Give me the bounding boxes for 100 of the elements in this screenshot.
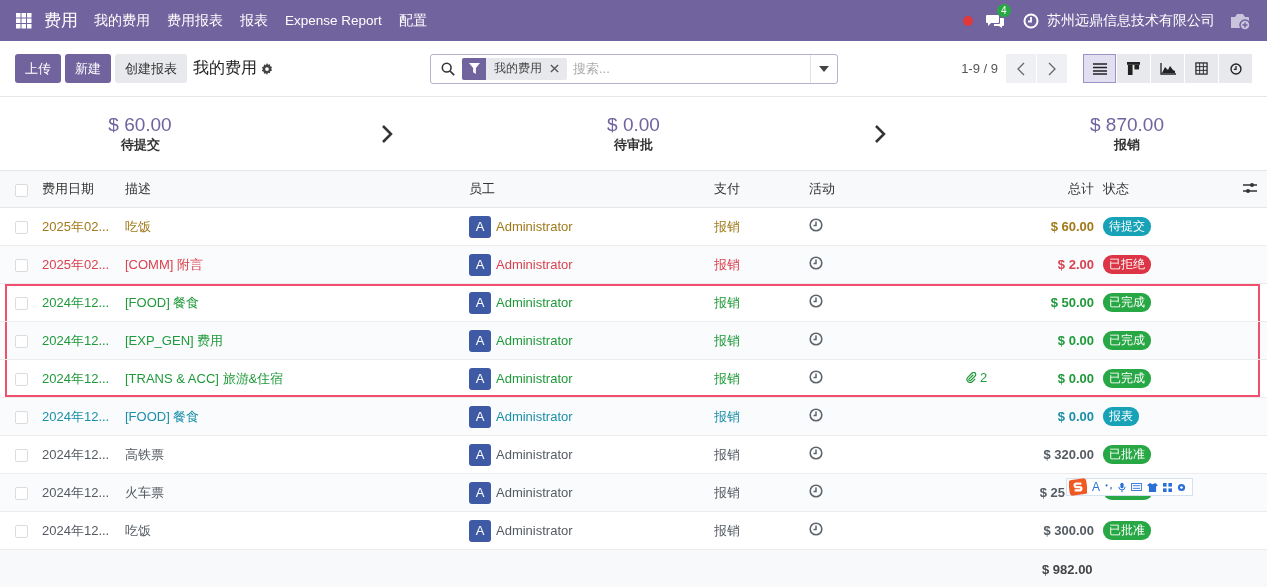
keyboard-icon[interactable] [1131, 483, 1142, 491]
date-cell: 2024年12... [42, 370, 110, 386]
total-cell: $ 60.00 [1050, 219, 1094, 234]
grid-icon[interactable] [1163, 482, 1172, 492]
avatar: A [469, 367, 491, 390]
action-button[interactable]: 创建报表 [115, 54, 187, 83]
area-chart-icon [1159, 62, 1176, 75]
clock-icon[interactable] [809, 446, 823, 460]
view-switch-button[interactable] [1219, 54, 1252, 83]
column-header[interactable]: 状态 [1103, 181, 1129, 196]
description-cell: [FOOD] 餐食 [125, 408, 200, 424]
description-cell: [COMM] 附言 [125, 256, 203, 272]
caret-icon[interactable] [819, 65, 829, 72]
total-cell: $ 300.00 [1043, 523, 1094, 538]
date-cell: 2024年12... [42, 522, 110, 538]
row-checkbox[interactable] [15, 411, 28, 425]
status-badge: 已完成 [1103, 293, 1151, 312]
description-cell: 高铁票 [125, 446, 164, 462]
summary-amount: $ 60.00 [108, 113, 172, 136]
row-checkbox[interactable] [15, 335, 28, 349]
clock-icon[interactable] [809, 370, 823, 385]
microphone-icon[interactable] [1118, 481, 1126, 493]
chat-icon[interactable] [985, 12, 1005, 29]
payment-cell: 报销 [714, 522, 740, 538]
gear-icon[interactable] [261, 62, 273, 75]
column-header[interactable]: 描述 [125, 181, 151, 196]
shirt-icon[interactable] [1147, 482, 1158, 492]
row-checkbox[interactable] [15, 221, 28, 235]
paperclip-icon [966, 371, 977, 383]
menu-item[interactable]: 配置 [398, 11, 427, 30]
employee-name: Administrator [496, 485, 573, 500]
filter-icon [468, 63, 480, 74]
gear-icon[interactable] [1177, 482, 1186, 492]
status-badge: 已完成 [1103, 369, 1151, 388]
action-button[interactable]: 上传 [15, 54, 61, 83]
column-header[interactable]: 员工 [469, 181, 495, 196]
close-icon[interactable] [550, 64, 559, 73]
status-badge: 已批准 [1103, 521, 1151, 540]
menu-item[interactable]: Expense Report [285, 13, 382, 28]
search-icon [441, 61, 455, 76]
summary-amount: $ 0.00 [607, 113, 660, 136]
summary-label: 报销 [1114, 135, 1140, 154]
avatar: A [469, 329, 491, 352]
chevron-left-icon [1017, 61, 1025, 76]
payment-cell: 报销 [714, 218, 740, 234]
clock-icon[interactable] [809, 294, 823, 308]
total-cell: $ 2.00 [1057, 257, 1094, 272]
avatar: A [469, 405, 491, 428]
filter-facet: 我的费用 [493, 60, 543, 77]
employee-name: Administrator [496, 333, 573, 348]
clock-icon[interactable] [809, 218, 823, 232]
menu-item[interactable]: 报表 [240, 11, 268, 30]
camera-icon[interactable] [1229, 11, 1251, 30]
select-all-checkbox[interactable] [15, 183, 28, 197]
menu-item[interactable]: 我的费用 [94, 11, 150, 30]
view-switch-button[interactable] [1083, 54, 1116, 83]
row-checkbox[interactable] [15, 259, 28, 273]
description-cell: [FOOD] 餐食 [125, 294, 200, 310]
chevron-right-icon [1048, 61, 1056, 76]
action-button[interactable]: 新建 [65, 54, 111, 83]
row-checkbox[interactable] [15, 297, 28, 311]
app-name[interactable]: 费用 [44, 9, 78, 32]
date-cell: 2024年12... [42, 408, 110, 424]
column-header[interactable]: 总计 [1068, 181, 1094, 196]
clock-icon[interactable] [809, 256, 823, 270]
app-grid-icon[interactable] [16, 12, 32, 29]
total-cell: $ 0.00 [1057, 409, 1094, 424]
ime-logo-icon[interactable] [1069, 478, 1087, 496]
row-checkbox[interactable] [15, 525, 28, 539]
date-cell: 2024年12... [42, 294, 110, 310]
clock-icon[interactable] [809, 408, 823, 422]
status-badge: 已拒绝 [1103, 255, 1151, 274]
description-cell: [TRANS & ACC] 旅游&住宿 [125, 370, 284, 386]
clock-icon[interactable] [809, 484, 823, 498]
date-cell: 2024年12... [42, 484, 110, 500]
view-switch-button[interactable] [1117, 54, 1150, 83]
payment-cell: 报销 [714, 332, 740, 348]
status-badge: 已批准 [1103, 445, 1151, 464]
employee-name: Administrator [496, 257, 573, 272]
clock-icon[interactable] [809, 522, 823, 536]
row-checkbox[interactable] [15, 373, 28, 387]
view-switch-button[interactable] [1185, 54, 1218, 83]
total-cell: $ 0.00 [1057, 371, 1094, 386]
company-name[interactable]: 苏州远鼎信息技术有限公司 [1047, 11, 1215, 30]
row-checkbox[interactable] [15, 487, 28, 501]
status-badge: 待提交 [1103, 217, 1151, 236]
employee-name: Administrator [496, 295, 573, 310]
column-header[interactable]: 活动 [809, 181, 835, 196]
breadcrumb-title: 我的费用 [193, 58, 257, 78]
menu-item[interactable]: 费用报表 [167, 11, 223, 30]
recording-dot-icon[interactable] [963, 15, 973, 26]
description-cell: 火车票 [125, 484, 164, 500]
clock-icon[interactable] [809, 332, 823, 346]
payment-cell: 报销 [714, 256, 740, 272]
column-settings-icon[interactable] [1243, 181, 1257, 194]
view-switch-button[interactable] [1151, 54, 1184, 83]
punctuation-icon[interactable] [1105, 483, 1113, 491]
search-field[interactable]: 我的费用 搜索... [430, 53, 838, 84]
column-header[interactable]: 支付 [714, 181, 740, 196]
row-checkbox[interactable] [15, 449, 28, 463]
